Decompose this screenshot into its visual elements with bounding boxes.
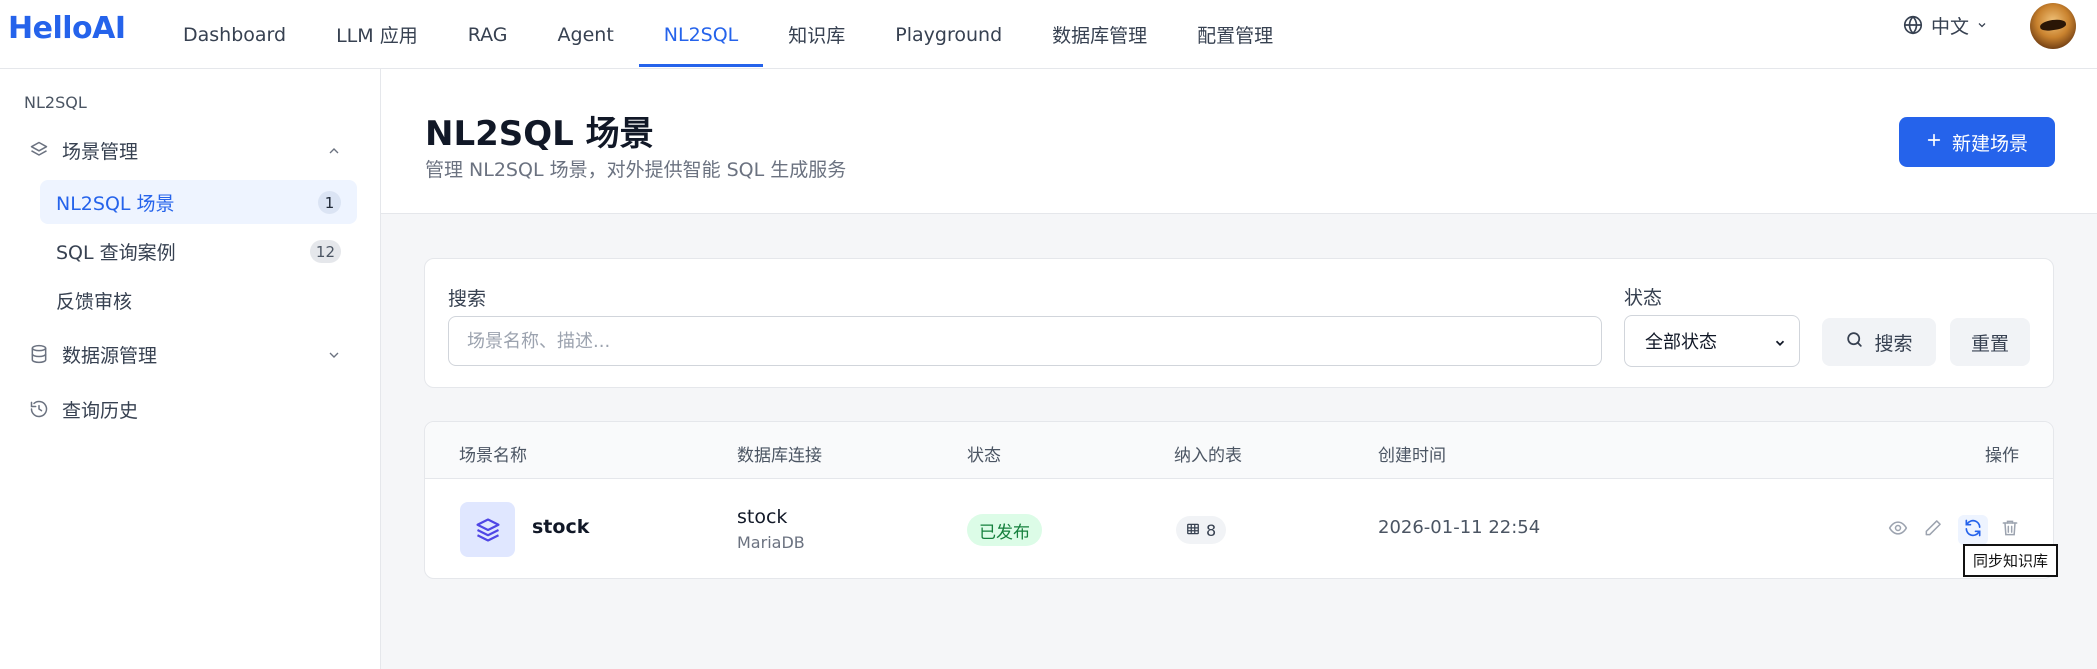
nav-item-nl2sql[interactable]: NL2SQL xyxy=(638,0,764,69)
refresh-icon xyxy=(1963,518,1983,542)
column-header-tables: 纳入的表 xyxy=(1174,446,1242,466)
nav-item-rag[interactable]: RAG xyxy=(443,0,533,69)
language-switcher[interactable]: 中文 xyxy=(1902,12,1988,38)
new-scene-button[interactable]: 新建场景 xyxy=(1899,117,2055,167)
status-badge: 已发布 xyxy=(967,514,1042,546)
table-row[interactable]: stock stock MariaDB 已发布 8 2026-01-11 22:… xyxy=(425,479,2053,579)
sidebar-item-feedback-review[interactable]: 反馈审核 xyxy=(40,278,357,322)
column-header-db-connection: 数据库连接 xyxy=(737,446,822,466)
view-button[interactable] xyxy=(1883,515,1913,545)
column-header-status: 状态 xyxy=(967,446,1001,466)
layers-icon xyxy=(24,135,54,165)
nav-item-llm-apps[interactable]: LLM 应用 xyxy=(311,0,443,69)
sidebar-item-label: 反馈审核 xyxy=(56,290,133,313)
count-badge: 1 xyxy=(318,191,341,214)
db-connection-type: MariaDB xyxy=(737,533,805,552)
trash-icon xyxy=(2000,518,2020,542)
user-avatar[interactable] xyxy=(2030,3,2076,49)
main-nav: Dashboard LLM 应用 RAG Agent NL2SQL 知识库 Pl… xyxy=(158,0,1298,69)
column-header-actions: 操作 xyxy=(1985,446,2019,466)
search-button-label: 搜索 xyxy=(1874,332,1913,355)
sidebar-group-label: 查询历史 xyxy=(62,399,139,422)
tables-count: 8 xyxy=(1206,520,1217,540)
reset-button[interactable]: 重置 xyxy=(1950,318,2030,366)
sync-tooltip: 同步知识库 xyxy=(1963,544,2059,577)
search-button[interactable]: 搜索 xyxy=(1822,318,1936,366)
globe-icon xyxy=(1902,14,1924,36)
status-label: 状态 xyxy=(1624,287,1663,309)
language-label: 中文 xyxy=(1931,15,1970,38)
page-title: NL2SQL 场景 xyxy=(425,114,654,154)
page-subtitle: 管理 NL2SQL 场景，对外提供智能 SQL 生成服务 xyxy=(425,159,847,181)
filter-panel: 搜索 状态 全部状态 搜索 重置 xyxy=(424,258,2054,388)
table-header: 场景名称 数据库连接 状态 纳入的表 创建时间 操作 xyxy=(425,422,2053,479)
column-header-created: 创建时间 xyxy=(1378,446,1446,466)
app-logo[interactable]: HelloAI xyxy=(8,11,126,46)
nav-item-config-management[interactable]: 配置管理 xyxy=(1172,0,1298,69)
column-header-scene-name: 场景名称 xyxy=(459,446,527,466)
eye-icon xyxy=(1888,518,1908,542)
pencil-icon xyxy=(1923,518,1943,542)
chevron-down-icon xyxy=(1773,334,1787,355)
reset-button-label: 重置 xyxy=(1970,332,2009,355)
scenes-table: 场景名称 数据库连接 状态 纳入的表 创建时间 操作 stock stock M… xyxy=(424,421,2054,579)
nav-item-agent[interactable]: Agent xyxy=(533,0,639,69)
status-select[interactable]: 全部状态 xyxy=(1624,315,1800,367)
nav-item-dashboard[interactable]: Dashboard xyxy=(158,0,311,69)
sidebar-group-label: 场景管理 xyxy=(62,140,139,163)
history-icon xyxy=(24,394,54,424)
search-icon xyxy=(1845,330,1864,354)
count-badge: 12 xyxy=(309,240,341,263)
nav-item-knowledge-base[interactable]: 知识库 xyxy=(763,0,870,69)
sidebar-item-label: NL2SQL 场景 xyxy=(56,192,175,215)
scene-icon xyxy=(460,502,515,557)
chevron-up-icon xyxy=(326,142,342,164)
plus-icon xyxy=(1926,131,1942,153)
tables-count-badge: 8 xyxy=(1176,516,1227,544)
sidebar-group-datasource-management[interactable]: 数据源管理 xyxy=(24,334,360,374)
table-grid-icon xyxy=(1186,521,1200,540)
created-time: 2026-01-11 22:54 xyxy=(1378,517,1541,538)
chevron-down-icon xyxy=(326,346,342,368)
sidebar: NL2SQL 场景管理 NL2SQL 场景 1 SQL 查询案例 12 反馈审核… xyxy=(0,69,381,669)
sidebar-item-query-history[interactable]: 查询历史 xyxy=(24,389,360,429)
sidebar-group-scene-management[interactable]: 场景管理 xyxy=(24,130,360,170)
search-input[interactable] xyxy=(448,316,1602,366)
scene-name[interactable]: stock xyxy=(532,516,589,538)
top-navbar: HelloAI Dashboard LLM 应用 RAG Agent NL2SQ… xyxy=(0,0,2097,69)
page-header: NL2SQL 场景 管理 NL2SQL 场景，对外提供智能 SQL 生成服务 新… xyxy=(381,69,2097,214)
sidebar-item-sql-query-examples[interactable]: SQL 查询案例 12 xyxy=(40,229,357,273)
db-connection-name: stock xyxy=(737,506,788,528)
search-label: 搜索 xyxy=(448,288,487,310)
sidebar-item-nl2sql-scenes[interactable]: NL2SQL 场景 1 xyxy=(40,180,357,224)
nav-item-playground[interactable]: Playground xyxy=(870,0,1027,69)
sidebar-group-label: 数据源管理 xyxy=(62,344,158,367)
delete-button[interactable] xyxy=(1995,515,2025,545)
database-icon xyxy=(24,339,54,369)
new-scene-label: 新建场景 xyxy=(1951,132,2028,155)
chevron-down-icon xyxy=(1976,19,1988,31)
sync-knowledge-base-button[interactable] xyxy=(1958,515,1988,545)
sidebar-section-title: NL2SQL xyxy=(24,93,87,112)
sidebar-item-label: SQL 查询案例 xyxy=(56,241,176,264)
status-select-value: 全部状态 xyxy=(1645,332,1717,353)
nav-item-database-management[interactable]: 数据库管理 xyxy=(1027,0,1172,69)
edit-button[interactable] xyxy=(1918,515,1948,545)
